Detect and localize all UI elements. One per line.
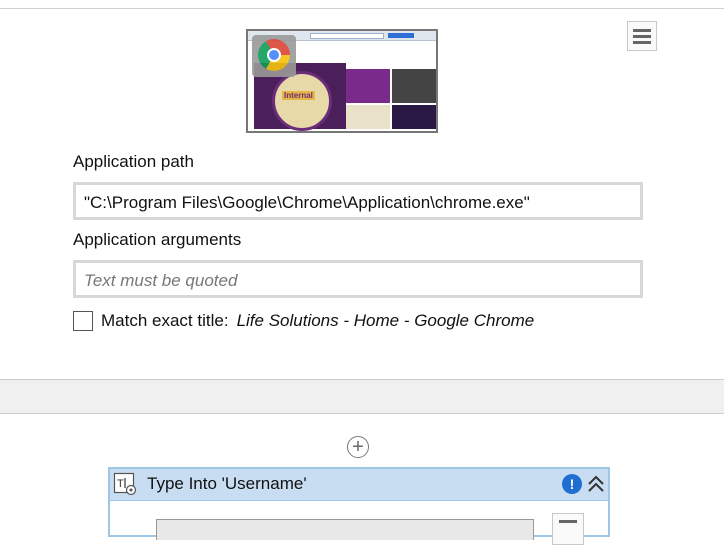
match-exact-title-row: Match exact title: Life Solutions - Home…: [73, 311, 534, 331]
window-title-text: Life Solutions - Home - Google Chrome: [236, 311, 535, 330]
thumbnail-tile: [346, 105, 390, 129]
thumbnail-url-bar: [310, 33, 384, 39]
activity-menu-button[interactable]: [627, 21, 657, 51]
match-exact-title-checkbox[interactable]: [73, 311, 93, 331]
application-arguments-field[interactable]: Text must be quoted: [73, 260, 643, 298]
thumbnail-logo-text: Internal: [282, 91, 315, 100]
type-into-title: Type Into 'Username': [147, 474, 307, 493]
thumbnail-logo-circle: [272, 71, 332, 131]
plus-circle-icon[interactable]: +: [347, 436, 369, 458]
svg-text:T: T: [117, 478, 124, 490]
application-path-field[interactable]: "C:\Program Files\Google\Chrome\Applicat…: [73, 182, 643, 220]
type-into-element-field[interactable]: [156, 519, 534, 540]
thumbnail-tile: [392, 105, 436, 129]
chevron-double-up-icon[interactable]: [586, 472, 606, 496]
chrome-icon: [258, 39, 290, 71]
chrome-app-badge: [252, 35, 296, 77]
browser-screenshot-thumbnail[interactable]: Internal: [246, 29, 438, 133]
type-into-menu-button[interactable]: [552, 513, 584, 545]
type-into-icon: T: [113, 472, 137, 496]
application-arguments-label: Application arguments: [73, 230, 242, 249]
type-into-header[interactable]: T Type Into 'Username' !: [110, 469, 608, 501]
hamburger-icon: [633, 40, 651, 44]
exclamation-icon[interactable]: !: [562, 474, 582, 494]
type-into-activity[interactable]: T Type Into 'Username' !: [108, 467, 610, 545]
thumbnail-tile: [392, 69, 436, 103]
application-path-label: Application path: [73, 152, 194, 171]
designer-separator-band: [0, 379, 724, 414]
match-exact-title-label: Match exact title:: [101, 311, 229, 330]
thumbnail-blue-bar: [388, 33, 414, 38]
thumbnail-tile: [346, 69, 390, 103]
hamburger-icon: [633, 34, 651, 38]
hamburger-icon: [633, 28, 651, 32]
